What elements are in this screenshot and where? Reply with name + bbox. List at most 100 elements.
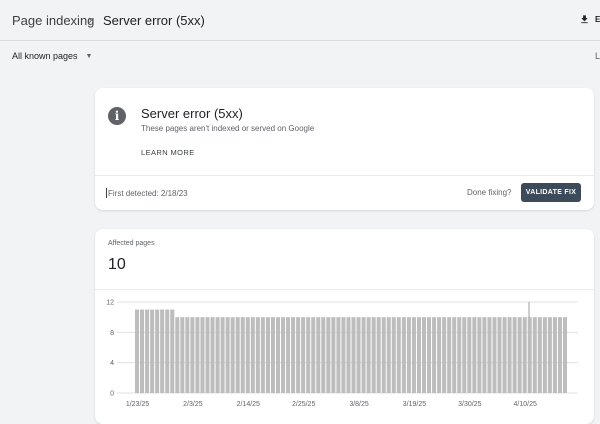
chart-bar[interactable] (401, 317, 406, 393)
chart-bar[interactable] (170, 309, 175, 393)
export-button[interactable]: E (579, 12, 600, 28)
chart-bar[interactable] (336, 317, 341, 393)
chart-bar[interactable] (532, 317, 537, 393)
chart-bar[interactable] (512, 317, 517, 393)
chart-bar[interactable] (175, 317, 180, 393)
chart-bar[interactable] (326, 317, 331, 393)
chart-bar[interactable] (281, 317, 286, 393)
chart-bar[interactable] (286, 317, 291, 393)
chart-bar[interactable] (265, 317, 270, 393)
chart-bar[interactable] (557, 317, 562, 393)
chart-bar[interactable] (321, 317, 326, 393)
affected-pages-chart[interactable]: 0 4 8 12 1/23/25 2/3/25 2/14/25 2/25/25 3/8/25 3… (95, 290, 594, 419)
chart-bar[interactable] (437, 317, 442, 393)
chart-bar[interactable] (220, 317, 225, 393)
chart-bar[interactable] (522, 317, 527, 393)
chart-bar[interactable] (462, 317, 467, 393)
chart-bar[interactable] (421, 317, 427, 393)
chart-bar[interactable] (160, 309, 165, 393)
chart-bar[interactable] (381, 317, 386, 393)
chart-bar[interactable] (457, 317, 462, 393)
chart-bar[interactable] (477, 317, 482, 393)
chart-bar[interactable] (185, 317, 190, 393)
chart-bar[interactable] (356, 317, 361, 393)
chart-bar[interactable] (492, 317, 497, 393)
first-detected-value: First detected: 2/18/23 (108, 189, 188, 198)
chart-bar[interactable] (255, 317, 260, 393)
info-icon: i (108, 107, 126, 125)
chart-bar[interactable] (150, 309, 155, 393)
chart-bar[interactable] (502, 317, 507, 393)
chart-bar[interactable] (341, 317, 346, 393)
chart-bar[interactable] (487, 317, 492, 393)
learn-more-link[interactable]: LEARN MORE (141, 148, 195, 157)
chart-bar[interactable] (306, 317, 311, 393)
chart-bar[interactable] (240, 317, 245, 393)
chart-bar[interactable] (542, 317, 547, 393)
chart-bar[interactable] (361, 317, 366, 393)
chart-bar[interactable] (482, 317, 487, 393)
chart-bar[interactable] (346, 317, 351, 393)
chart-bar[interactable] (155, 309, 160, 393)
chart-bar[interactable] (432, 317, 437, 393)
chart-bar[interactable] (376, 317, 381, 393)
chart-bar[interactable] (145, 309, 150, 393)
chart-bar[interactable] (135, 309, 140, 393)
chart-bar[interactable] (552, 317, 557, 393)
chart-bar[interactable] (386, 317, 391, 393)
chart-bar[interactable] (497, 317, 502, 393)
chart-bar[interactable] (225, 317, 230, 393)
chart-bar[interactable] (296, 317, 301, 393)
chart-bar[interactable] (210, 317, 215, 393)
chart-bar[interactable] (331, 317, 336, 393)
chart-bar[interactable] (406, 317, 411, 393)
chart-bar[interactable] (562, 317, 567, 393)
x-tick-label: 3/19/25 (403, 401, 426, 408)
chart-bar[interactable] (416, 317, 421, 393)
chart-bar[interactable] (411, 317, 416, 393)
chart-bar[interactable] (517, 317, 522, 393)
chart-bar[interactable] (507, 317, 512, 393)
chart-bar[interactable] (205, 317, 210, 393)
chart-bar[interactable] (190, 317, 195, 393)
chart-bar[interactable] (447, 317, 452, 393)
chart-bar[interactable] (351, 317, 356, 393)
dropdown-arrow-icon: ▼ (85, 53, 93, 60)
chart-bar[interactable] (472, 317, 477, 393)
chart-bar[interactable] (371, 317, 376, 393)
x-tick-label: 3/8/25 (349, 401, 369, 408)
chart-bar[interactable] (275, 317, 281, 393)
chart-bar[interactable] (200, 317, 205, 393)
chart-bar[interactable] (396, 317, 401, 393)
chart-bar[interactable] (180, 317, 185, 393)
chart-bar[interactable] (547, 317, 552, 393)
done-fixing-label: Done fixing? (467, 188, 512, 197)
chart-bar[interactable] (537, 317, 542, 393)
chart-bar[interactable] (195, 317, 200, 393)
validate-fix-button[interactable]: VALIDATE FIX (521, 183, 581, 202)
chart-bar[interactable] (165, 309, 170, 393)
chart-bar[interactable] (260, 317, 265, 393)
chart-bar[interactable] (245, 317, 250, 393)
chart-bar[interactable] (366, 317, 371, 393)
chart-bar[interactable] (270, 317, 275, 393)
chart-bar[interactable] (391, 317, 396, 393)
truncated-right-control[interactable]: L (595, 51, 600, 61)
chart-bar[interactable] (235, 317, 240, 393)
chart-bar[interactable] (442, 317, 447, 393)
chart-bar[interactable] (291, 317, 296, 393)
chart-bar[interactable] (316, 317, 321, 393)
chart-bar[interactable] (140, 309, 145, 393)
chart-bar[interactable] (527, 317, 532, 393)
first-detected-text: First detected: 2/18/23 (106, 188, 188, 198)
chart-bar[interactable] (250, 317, 255, 393)
chart-bar[interactable] (311, 317, 316, 393)
chart-bar[interactable] (301, 317, 306, 393)
chart-bar[interactable] (452, 317, 457, 393)
breadcrumb-page-indexing[interactable]: Page indexing (12, 13, 94, 28)
chart-bar[interactable] (215, 317, 220, 393)
chart-bar[interactable] (427, 317, 432, 393)
chart-bar[interactable] (230, 317, 235, 393)
page-filter-dropdown[interactable]: All known pages ▼ (12, 51, 92, 61)
chart-bar[interactable] (467, 317, 472, 393)
